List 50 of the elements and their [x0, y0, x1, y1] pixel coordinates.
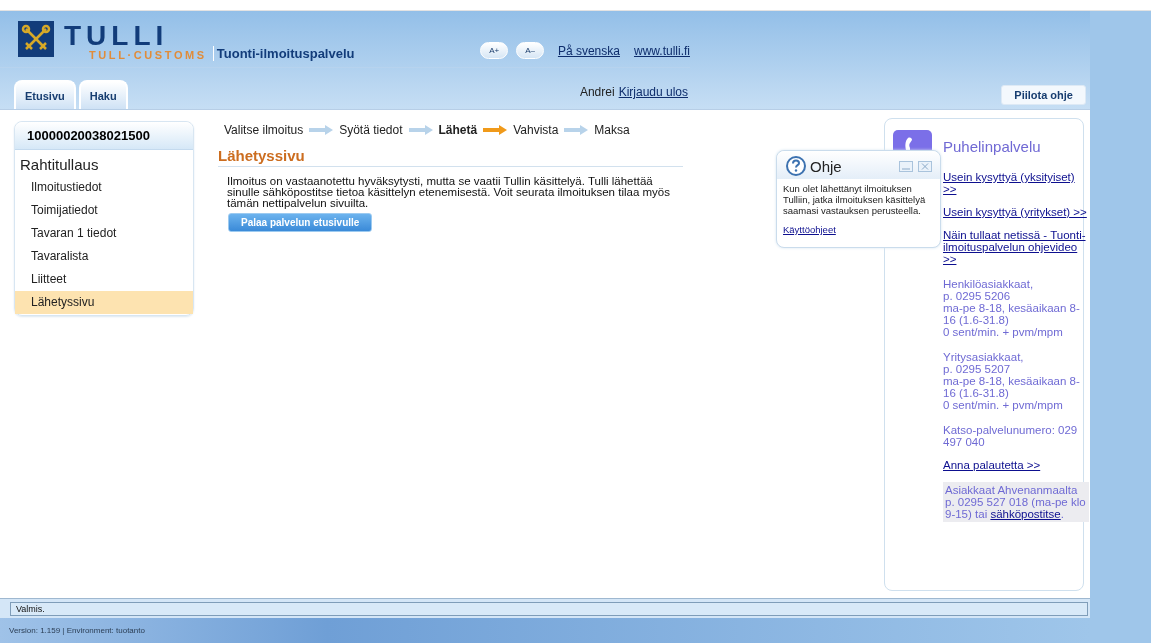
contact-info: Katso-palvelunumero: 029 497 040 [943, 424, 1079, 448]
crossed-keys-logo-icon [18, 21, 54, 57]
wizard-step: Syötä tiedot [339, 123, 403, 137]
declaration-number: 10000020038021500 [15, 122, 193, 150]
help-link[interactable]: Usein kysyttyä (yksityiset) >> [943, 171, 1089, 195]
nav-tab[interactable]: Haku [78, 80, 128, 109]
close-icon[interactable] [918, 160, 932, 172]
step-arrow-icon [564, 125, 589, 135]
sidebar-item[interactable]: Tavaralista [15, 245, 193, 268]
contact-info: Yritysasiakkaat, p. 0295 5207 ma-pe 8-18, kesäaikaan 8-16 (1.6-31.8) 0 sent/min. + pvm/mpm [943, 351, 1081, 411]
minimize-icon[interactable] [899, 160, 913, 172]
sidebar-item[interactable]: Liitteet [15, 268, 193, 291]
popup-title: Ohje [810, 157, 843, 175]
font-size-button[interactable]: A– [516, 42, 544, 59]
status-bar: Valmis. [10, 601, 1088, 616]
step-arrow-icon [309, 125, 334, 135]
email-link[interactable]: sähköpostitse [990, 508, 1061, 520]
wizard-step: Maksa [594, 123, 630, 137]
wizard-step: Vahvista [513, 123, 559, 137]
wizard-step: Valitse ilmoitus [224, 123, 304, 137]
nav-tab[interactable]: Etusivu [14, 80, 76, 109]
logout-link[interactable]: Kirjaudu ulos [618, 85, 688, 99]
help-icon [786, 156, 806, 176]
user-guide-link[interactable]: Käyttöohjeet [783, 224, 836, 235]
font-size-button[interactable]: A+ [480, 42, 509, 59]
sidebar-item[interactable]: Ilmoitustiedot [15, 176, 193, 199]
sidebar-title: Rahtitullaus [19, 155, 100, 175]
header-link[interactable]: www.tulli.fi [634, 43, 690, 58]
help-link[interactable]: Usein kysyttyä (yritykset) >> [943, 206, 1087, 218]
help-link[interactable]: Näin tullaat netissä - Tuonti-ilmoituspalvelun ohjevideo >> [943, 229, 1089, 265]
sidebar-item[interactable]: Lähetyssivu [15, 291, 193, 314]
status-message: Ilmoitus on vastaanotettu hyväksytysti, mutta se vaatii Tullin käsittelyä. Tulli lähettää sinulle sähköpostitse tietoa käsittelyn etenemisestä. Voit seurata ilmoituksen tilaa myös tämän nettipalvelun sivuilta. [227, 176, 671, 209]
wizard-step: Lähetä [438, 123, 478, 137]
sidebar-item[interactable]: Tavaran 1 tiedot [15, 222, 193, 245]
sidebar-item[interactable]: Toimijatiedot [15, 199, 193, 222]
header-link[interactable]: På svenska [557, 43, 620, 58]
version-text: Version: 1.159 | Environment: tuotanto [9, 626, 145, 635]
logo-name: TULLI [64, 23, 170, 49]
panel-title: Puhelinpalvelu [943, 138, 1041, 155]
service-title: Tuonti-ilmoituspalvelu [212, 46, 355, 61]
contact-note: Asiakkaat Ahvenanmaalta p. 0295 527 018 (ma-pe klo 9-15) tai sähköpostitse. [943, 482, 1089, 522]
page-title: Lähetyssivu [218, 147, 683, 167]
help-link[interactable]: Anna palautetta >> [943, 459, 1041, 471]
user-name: Andrei [579, 85, 615, 99]
step-arrow-icon [408, 125, 433, 135]
logo-subtitle: TULL·CUSTOMS [89, 49, 207, 61]
step-arrow-icon [483, 125, 508, 135]
popup-text: Kun olet lähettänyt ilmoituksen Tulliin, jatka ilmoituksen käsittelyä saamasi vastauksen perusteella. [783, 183, 927, 216]
contact-info: Henkilöasiakkaat, p. 0295 5206 ma-pe 8-18, kesäaikaan 8-16 (1.6-31.8) 0 sent/min. + pvm/mpm [943, 278, 1081, 338]
hide-help-button[interactable]: Piilota ohje [1001, 85, 1086, 105]
